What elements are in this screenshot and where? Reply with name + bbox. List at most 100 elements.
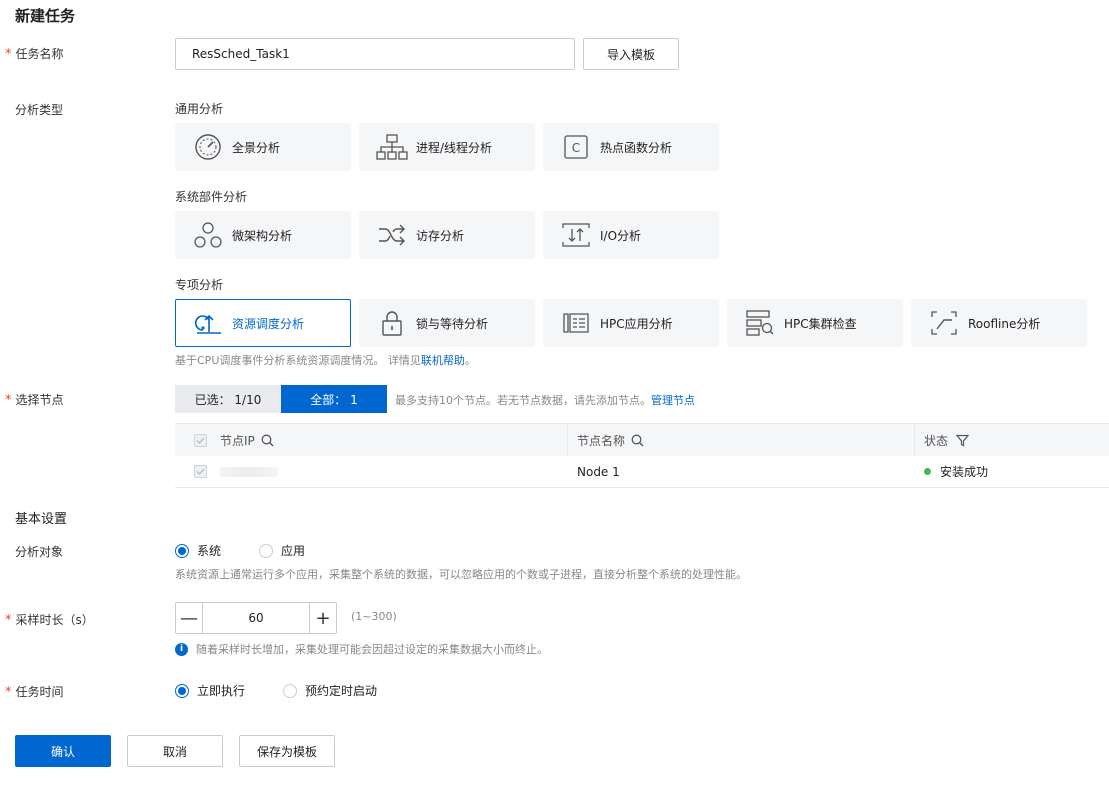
required-mark: * [5,613,12,628]
node-filter-segment: 已选： 1/10 全部： 1 [175,385,387,413]
column-node-name: 节点名称 [568,424,915,456]
analysis-hint-text: 基于CPU调度事件分析系统资源调度情况。 详情见 [175,354,421,367]
special-analysis-cards: 资源调度分析 锁与等待分析 HPC应用分析 HPC集群检查 Roofline分析 [175,299,1087,347]
task-name-label: * 任务名称 [5,45,64,62]
required-mark: * [5,393,12,408]
schedule-icon [192,307,224,339]
card-hpc-app-analysis[interactable]: HPC应用分析 [543,299,719,347]
node-select-label: * 选择节点 [5,391,64,408]
cell-status: 安装成功 [915,463,1109,480]
hpc-app-icon [560,307,592,339]
duration-input[interactable]: 60 [202,603,310,633]
column-title: 节点IP [220,433,255,448]
group-title-system: 系统部件分析 [175,190,248,204]
status-text: 安装成功 [940,465,989,479]
duration-label-text: 采样时长（s） [15,613,94,627]
manage-nodes-link[interactable]: 管理节点 [651,394,695,407]
row-checkbox[interactable] [194,465,207,478]
save-template-button[interactable]: 保存为模板 [239,735,335,767]
card-label: Roofline分析 [968,316,1041,331]
online-help-link[interactable]: 联机帮助 [421,354,465,367]
card-label: 资源调度分析 [232,316,305,331]
target-hint: 系统资源上通常运行多个应用，采集整个系统的数据，可以忽略应用的个数或子进程，直接… [175,568,747,581]
select-all-checkbox[interactable] [194,433,207,447]
cell-node-ip [175,465,568,478]
card-io-analysis[interactable]: I/O分析 [543,211,719,259]
svg-text:C: C [572,141,580,155]
column-status: 状态 [915,424,1109,456]
search-icon[interactable] [261,434,274,447]
target-label: 分析对象 [15,545,64,559]
gauge-icon [192,131,224,163]
decrement-button[interactable]: — [176,603,202,633]
card-label: HPC应用分析 [600,316,673,331]
card-resource-scheduling-analysis[interactable]: 资源调度分析 [175,299,351,347]
io-icon [560,219,592,251]
card-panorama-analysis[interactable]: 全景分析 [175,123,351,171]
card-hpc-cluster-check[interactable]: HPC集群检查 [727,299,903,347]
status-dot [924,468,931,475]
masked-ip [220,466,278,477]
confirm-button[interactable]: 确认 [15,735,111,767]
card-label: HPC集群检查 [784,316,857,331]
import-template-button[interactable]: 导入模板 [583,38,679,70]
task-time-label: * 任务时间 [5,683,64,700]
target-radio-group: 系统 应用 [175,542,343,559]
radio-label: 预约定时启动 [305,684,378,698]
node-select-label-text: 选择节点 [15,393,64,407]
cluster-check-icon [744,307,776,339]
shuffle-icon [376,219,408,251]
card-lock-wait-analysis[interactable]: 锁与等待分析 [359,299,535,347]
task-name-input[interactable]: ResSched_Task1 [175,38,575,70]
duration-hint: i 随着采样时长增加，采集处理可能会因超过设定的采集数据大小而终止。 [175,641,548,657]
column-title: 节点名称 [577,433,626,448]
filter-icon[interactable] [956,434,970,447]
radio-system[interactable] [175,543,189,558]
radio-scheduled[interactable] [283,683,298,698]
radio-label: 系统 [197,544,222,558]
info-icon: i [175,642,188,656]
analysis-hint-end: 。 [464,354,476,367]
node-hint: 最多支持10个节点。若无节点数据，请先添加节点。管理节点 [395,392,695,408]
system-analysis-cards: 微架构分析 访存分析 I/O分析 [175,211,719,259]
duration-label: * 采样时长（s） [5,611,94,628]
card-label: 访存分析 [416,228,465,243]
card-label: 热点函数分析 [600,140,673,155]
cell-node-name: Node 1 [577,464,620,479]
radio-application[interactable] [259,543,274,558]
card-microarch-analysis[interactable]: 微架构分析 [175,211,351,259]
card-label: 进程/线程分析 [416,140,493,155]
card-label: 锁与等待分析 [416,316,489,331]
card-process-thread-analysis[interactable]: 进程/线程分析 [359,123,535,171]
required-mark: * [5,47,12,62]
task-name-value: ResSched_Task1 [192,47,290,61]
basic-settings-title: 基本设置 [15,512,68,527]
card-label: I/O分析 [600,228,642,243]
tab-all-nodes[interactable]: 全部： 1 [281,385,387,413]
node-hint-text: 最多支持10个节点。若无节点数据，请先添加节点。 [395,394,651,407]
card-label: 微架构分析 [232,228,293,243]
search-icon[interactable] [631,434,644,447]
duration-stepper: — 60 + [175,602,337,634]
radio-label: 应用 [281,544,306,558]
task-name-label-text: 任务名称 [15,47,64,61]
table-row[interactable]: Node 1 安装成功 [175,456,1109,488]
cancel-button[interactable]: 取消 [127,735,223,767]
duration-hint-text: 随着采样时长增加，采集处理可能会因超过设定的采集数据大小而终止。 [196,643,548,656]
tab-selected-nodes[interactable]: 已选： 1/10 [175,385,281,413]
radio-run-now[interactable] [175,683,189,698]
column-title: 状态 [924,433,949,448]
increment-button[interactable]: + [310,603,336,633]
card-label: 全景分析 [232,140,281,155]
general-analysis-cards: 全景分析 进程/线程分析 C 热点函数分析 [175,123,719,171]
function-c-icon: C [560,131,592,163]
lock-icon [376,307,408,339]
hierarchy-icon [376,131,408,163]
card-roofline-analysis[interactable]: Roofline分析 [911,299,1087,347]
task-time-radio-group: 立即执行 预约定时启动 [175,682,415,699]
radio-label: 立即执行 [197,684,246,698]
node-table: 节点IP 节点名称 状态 Node 1 安装成功 [175,423,1109,488]
card-hotspot-function-analysis[interactable]: C 热点函数分析 [543,123,719,171]
group-title-general: 通用分析 [175,102,224,116]
card-memory-access-analysis[interactable]: 访存分析 [359,211,535,259]
